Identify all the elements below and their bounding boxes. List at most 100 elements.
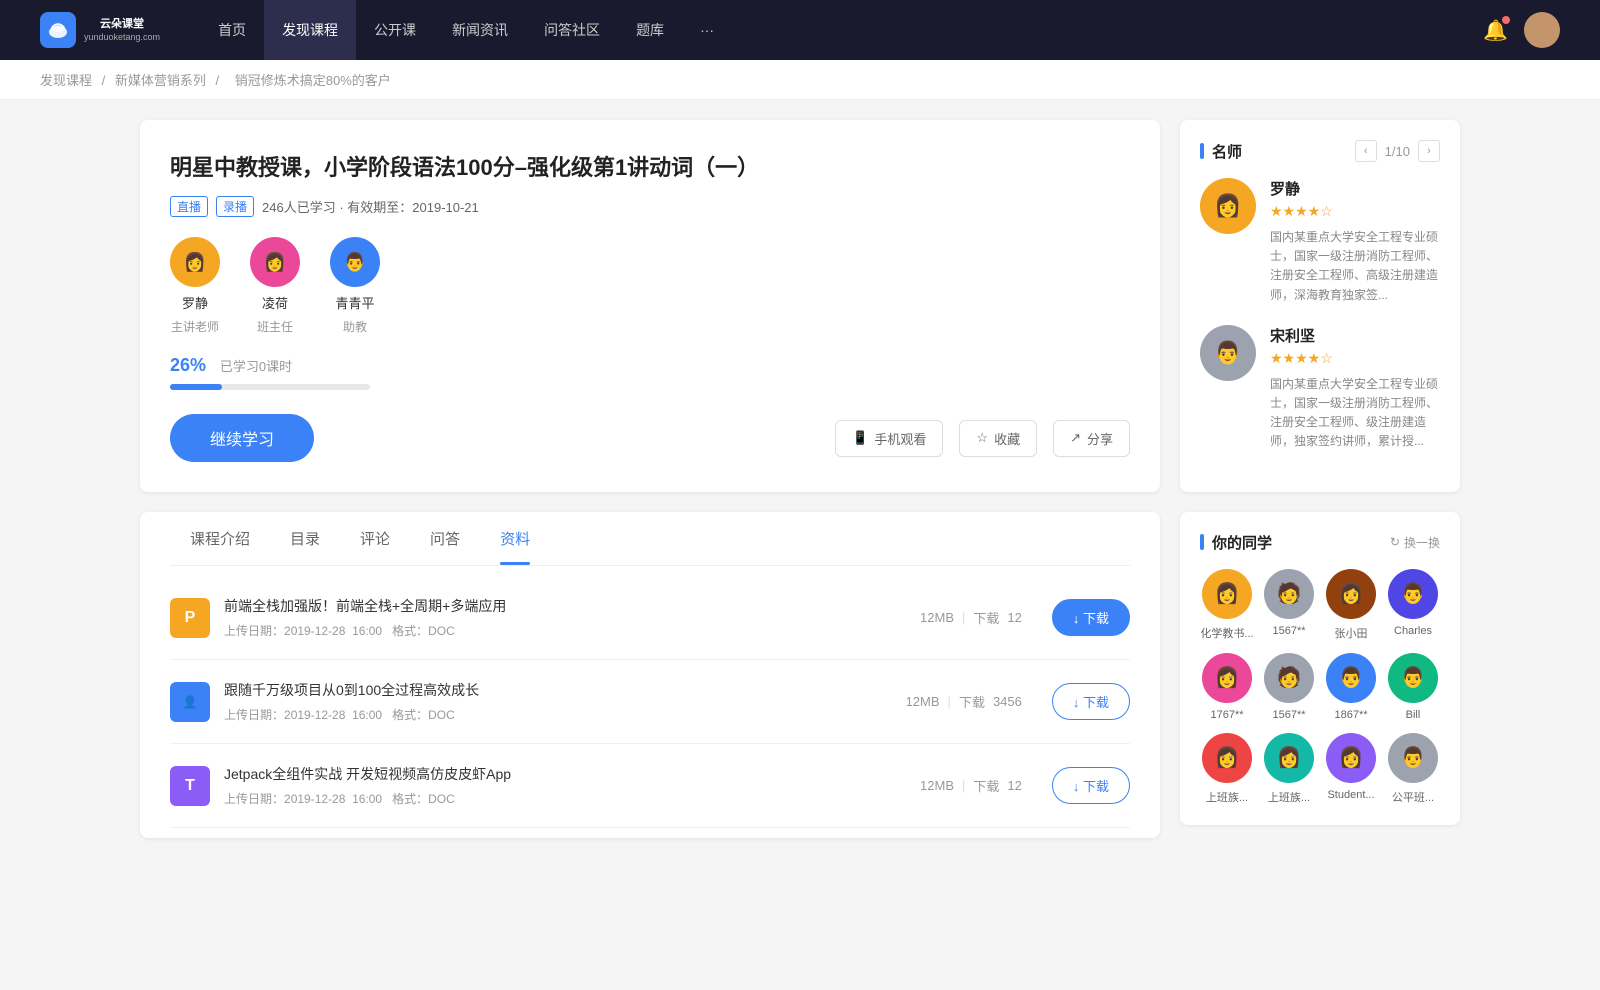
classmate-1[interactable]: 🧑 1567** bbox=[1262, 569, 1316, 641]
nav-news[interactable]: 新闻资讯 bbox=[434, 0, 526, 60]
progress-bar-fill bbox=[170, 384, 222, 390]
download-button-0[interactable]: ↓ 下载 bbox=[1052, 599, 1130, 636]
nav-open[interactable]: 公开课 bbox=[356, 0, 434, 60]
classmate-4-avatar: 👩 bbox=[1202, 653, 1252, 703]
tab-comment[interactable]: 评论 bbox=[340, 512, 410, 565]
phone-watch-label: 手机观看 bbox=[874, 429, 926, 448]
nav-qa[interactable]: 问答社区 bbox=[526, 0, 618, 60]
refresh-icon: ↻ bbox=[1390, 535, 1400, 549]
nav-courses[interactable]: 发现课程 bbox=[264, 0, 356, 60]
navbar: 云朵课堂 yunduoketang.com 首页 发现课程 公开课 新闻资讯 问… bbox=[0, 0, 1600, 60]
phone-watch-button[interactable]: 📱 手机观看 bbox=[835, 420, 943, 457]
download-button-1[interactable]: ↓ 下载 bbox=[1052, 683, 1130, 720]
breadcrumb-series[interactable]: 新媒体营销系列 bbox=[115, 73, 206, 88]
classmate-0-avatar: 👩 bbox=[1202, 569, 1252, 619]
course-tags: 直播 录播 246人已学习 · 有效期至：2019-10-21 bbox=[170, 196, 1130, 217]
breadcrumb-courses[interactable]: 发现课程 bbox=[40, 73, 92, 88]
sidebar-teacher-0-desc: 国内某重点大学安全工程专业硕士，国家一级注册消防工程师、注册安全工程师、高级注册… bbox=[1270, 228, 1440, 305]
progress-bar-bg bbox=[170, 384, 370, 390]
classmate-3[interactable]: 👨 Charles bbox=[1386, 569, 1440, 641]
teacher-0-role: 主讲老师 bbox=[171, 318, 219, 335]
nav-home[interactable]: 首页 bbox=[200, 0, 264, 60]
share-button[interactable]: ↗ 分享 bbox=[1053, 420, 1130, 457]
star-icon: ☆ bbox=[976, 430, 988, 446]
continue-button[interactable]: 继续学习 bbox=[170, 414, 314, 462]
classmate-8-avatar: 👩 bbox=[1202, 733, 1252, 783]
classmate-11[interactable]: 👨 公平班... bbox=[1386, 733, 1440, 805]
sidebar-teacher-0: 👩 罗静 ★★★★☆ 国内某重点大学安全工程专业硕士，国家一级注册消防工程师、注… bbox=[1200, 178, 1440, 305]
logo-icon bbox=[40, 12, 76, 48]
tab-intro[interactable]: 课程介绍 bbox=[170, 512, 270, 565]
classmate-10[interactable]: 👩 Student... bbox=[1324, 733, 1378, 805]
resource-item-1: 👤 跟随千万级项目从0到100全过程高效成长 上传日期：2019-12-28 1… bbox=[170, 660, 1130, 744]
progress-label: 26% bbox=[170, 355, 206, 375]
classmates-grid: 👩 化学教书... 🧑 1567** 👩 张小田 👨 Charles 👩 bbox=[1200, 569, 1440, 805]
action-buttons: 📱 手机观看 ☆ 收藏 ↗ 分享 bbox=[835, 420, 1130, 457]
resource-info-2: Jetpack全组件实战 开发短视频高仿皮皮虾App 上传日期：2019-12-… bbox=[224, 764, 890, 807]
teachers-card-header: 名师 ‹ 1/10 › bbox=[1200, 140, 1440, 162]
sidebar-teacher-1-avatar: 👨 bbox=[1200, 325, 1256, 381]
collect-label: 收藏 bbox=[994, 429, 1020, 448]
classmate-5[interactable]: 🧑 1567** bbox=[1262, 653, 1316, 721]
teacher-2-name: 青青平 bbox=[335, 293, 374, 312]
classmate-9[interactable]: 👩 上班族... bbox=[1262, 733, 1316, 805]
refresh-label: 换一换 bbox=[1404, 534, 1440, 551]
nav-quiz[interactable]: 题库 bbox=[618, 0, 682, 60]
resource-title-1: 跟随千万级项目从0到100全过程高效成长 bbox=[224, 680, 876, 700]
tab-outline[interactable]: 目录 bbox=[270, 512, 340, 565]
classmate-6[interactable]: 👨 1867** bbox=[1324, 653, 1378, 721]
sidebar-teacher-1-name: 宋利坚 bbox=[1270, 325, 1440, 346]
resource-stats-2: 12MB | 下载 12 bbox=[920, 776, 1022, 795]
teachers-card-title: 名师 bbox=[1200, 141, 1242, 162]
classmate-7[interactable]: 👨 Bill bbox=[1386, 653, 1440, 721]
classmate-1-name: 1567** bbox=[1272, 625, 1305, 637]
classmates-card: 你的同学 ↻ 换一换 👩 化学教书... 🧑 1567** 👩 张小田 bbox=[1180, 512, 1460, 825]
resource-icon-2: T bbox=[170, 766, 210, 806]
classmate-9-name: 上班族... bbox=[1268, 789, 1310, 805]
prev-teacher-button[interactable]: ‹ bbox=[1355, 140, 1377, 162]
classmate-0-name: 化学教书... bbox=[1200, 625, 1253, 641]
classmate-7-avatar: 👨 bbox=[1388, 653, 1438, 703]
classmate-9-avatar: 👩 bbox=[1264, 733, 1314, 783]
classmate-10-avatar: 👩 bbox=[1326, 733, 1376, 783]
download-button-2[interactable]: ↓ 下载 bbox=[1052, 767, 1130, 804]
classmate-8[interactable]: 👩 上班族... bbox=[1200, 733, 1254, 805]
resource-icon-0: P bbox=[170, 598, 210, 638]
teacher-1-role: 班主任 bbox=[257, 318, 293, 335]
teacher-2-role: 助教 bbox=[343, 318, 367, 335]
course-card: 明星中教授课，小学阶段语法100分–强化级第1讲动词（一） 直播 录播 246人… bbox=[140, 120, 1160, 492]
next-teacher-button[interactable]: › bbox=[1418, 140, 1440, 162]
resource-meta-1: 上传日期：2019-12-28 16:00 格式：DOC bbox=[224, 706, 876, 723]
classmate-5-name: 1567** bbox=[1272, 709, 1305, 721]
classmate-2-name: 张小田 bbox=[1335, 625, 1368, 641]
tab-qa[interactable]: 问答 bbox=[410, 512, 480, 565]
teachers-list: 👩 罗静 主讲老师 👩 凌荷 班主任 👨 青青平 助教 bbox=[170, 237, 1130, 335]
progress-desc: 已学习0课时 bbox=[220, 359, 292, 374]
nav-more[interactable]: ··· bbox=[682, 0, 732, 60]
teacher-2: 👨 青青平 助教 bbox=[330, 237, 380, 335]
tabs-header: 课程介绍 目录 评论 问答 资料 bbox=[170, 512, 1130, 566]
sidebar-teacher-1-desc: 国内某重点大学安全工程专业硕士，国家一级注册消防工程师、注册安全工程师、级注册建… bbox=[1270, 375, 1440, 452]
teacher-1: 👩 凌荷 班主任 bbox=[250, 237, 300, 335]
resource-item-2: T Jetpack全组件实战 开发短视频高仿皮皮虾App 上传日期：2019-1… bbox=[170, 744, 1130, 828]
resource-info-1: 跟随千万级项目从0到100全过程高效成长 上传日期：2019-12-28 16:… bbox=[224, 680, 876, 723]
classmate-2[interactable]: 👩 张小田 bbox=[1324, 569, 1378, 641]
nav-right: 🔔 bbox=[1483, 12, 1560, 48]
bell-icon[interactable]: 🔔 bbox=[1483, 18, 1508, 43]
sidebar: 名师 ‹ 1/10 › 👩 罗静 ★★★★☆ 国内某重点大学安全工程专业硕士，国… bbox=[1180, 120, 1460, 845]
collect-button[interactable]: ☆ 收藏 bbox=[959, 420, 1037, 457]
teacher-1-name: 凌荷 bbox=[262, 293, 288, 312]
classmate-6-name: 1867** bbox=[1334, 709, 1367, 721]
teacher-2-avatar: 👨 bbox=[330, 237, 380, 287]
classmate-4[interactable]: 👩 1767** bbox=[1200, 653, 1254, 721]
user-avatar[interactable] bbox=[1524, 12, 1560, 48]
course-title: 明星中教授课，小学阶段语法100分–强化级第1讲动词（一） bbox=[170, 150, 1130, 182]
teacher-1-avatar: 👩 bbox=[250, 237, 300, 287]
progress-section: 26% 已学习0课时 bbox=[170, 355, 1130, 390]
tab-resource[interactable]: 资料 bbox=[480, 512, 550, 565]
classmate-0[interactable]: 👩 化学教书... bbox=[1200, 569, 1254, 641]
breadcrumb-current: 销冠修炼术搞定80%的客户 bbox=[235, 73, 391, 88]
resource-meta-2: 上传日期：2019-12-28 16:00 格式：DOC bbox=[224, 790, 890, 807]
refresh-button[interactable]: ↻ 换一换 bbox=[1390, 534, 1440, 551]
logo[interactable]: 云朵课堂 yunduoketang.com bbox=[40, 12, 160, 48]
